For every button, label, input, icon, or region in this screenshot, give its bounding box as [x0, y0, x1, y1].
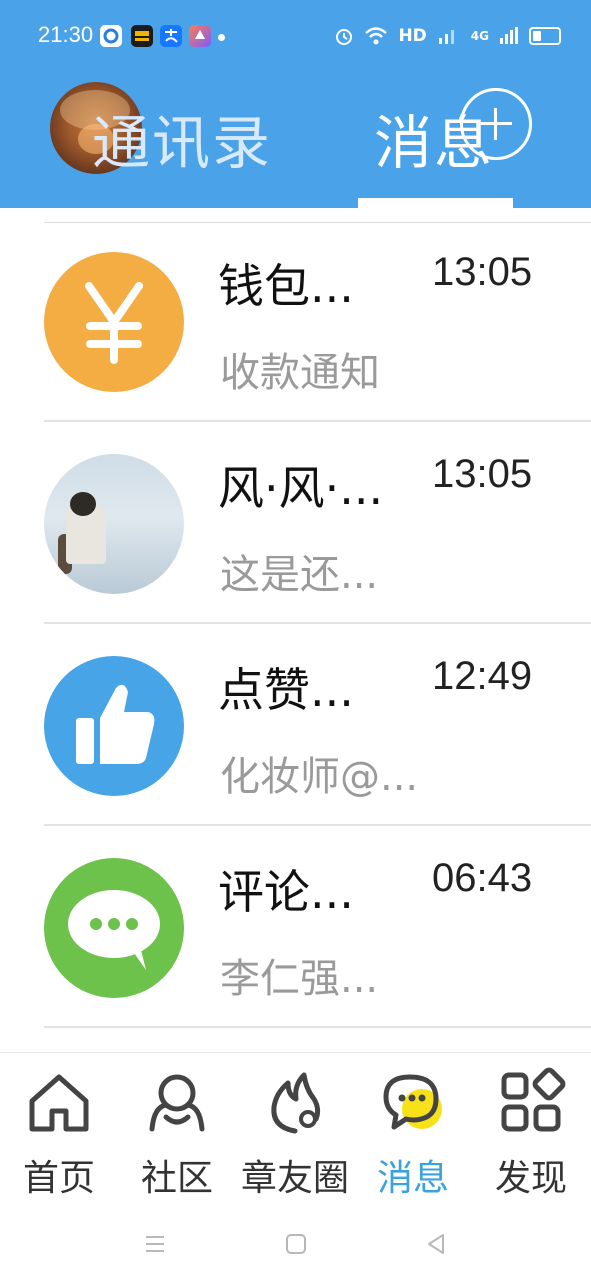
- active-tab-indicator: [358, 198, 513, 208]
- nav-label: 发现: [494, 1158, 567, 1199]
- nav-label: 首页: [22, 1158, 95, 1199]
- message-time: 06:43: [432, 856, 533, 900]
- divider: [44, 824, 591, 826]
- bottom-nav: 首页 社区 章友圈 消息 发现: [0, 1052, 591, 1203]
- status-right: HD 4G: [334, 22, 561, 50]
- back-triangle-icon[interactable]: [424, 1232, 448, 1256]
- divider: [44, 622, 591, 624]
- alarm-icon: [336, 29, 353, 45]
- system-nav-bar: [0, 1210, 591, 1280]
- home-square-icon[interactable]: [284, 1232, 308, 1256]
- message-time: 13:05: [432, 250, 533, 294]
- nav-discover[interactable]: 发现: [472, 1053, 590, 1203]
- message-preview: 收款通知: [220, 350, 380, 396]
- signal-icon: [438, 30, 454, 44]
- message-row-user[interactable]: 风·风·... 13:05 这是还...: [0, 424, 591, 624]
- wallet-avatar: [44, 252, 184, 392]
- contact-avatar: [44, 454, 184, 594]
- home-icon: [29, 1074, 89, 1132]
- message-row-comments[interactable]: 评论... 06:43 李仁强...: [0, 828, 591, 1028]
- message-title: 风·风·...: [218, 461, 384, 515]
- divider: [44, 420, 591, 422]
- status-time: 21:30: [38, 22, 94, 47]
- message-preview: 化妆师@...: [220, 754, 419, 800]
- notification-app-icon: [189, 25, 211, 47]
- discover-grid-icon: [501, 1067, 566, 1132]
- divider: [44, 1026, 591, 1028]
- status-bar: 21:30 HD 4G: [0, 0, 591, 72]
- add-button[interactable]: [460, 88, 532, 160]
- message-icon: [383, 1074, 442, 1130]
- comments-avatar: [44, 858, 184, 998]
- nav-label: 章友圈: [240, 1158, 349, 1199]
- nav-label: 消息: [376, 1158, 449, 1199]
- message-title: 评论...: [218, 865, 354, 919]
- yen-icon: [85, 282, 143, 364]
- signal-icon: [500, 27, 518, 44]
- tab-contacts[interactable]: 通讯录: [92, 96, 272, 180]
- nav-label: 社区: [140, 1158, 213, 1199]
- message-preview: 李仁强...: [220, 956, 379, 1002]
- message-title: 钱包...: [218, 259, 354, 313]
- message-preview: 这是还...: [220, 552, 379, 598]
- message-time: 12:49: [432, 654, 533, 698]
- more-notifications-dot: [218, 34, 225, 41]
- signal-type: 4G: [470, 29, 489, 43]
- message-time: 13:05: [432, 452, 533, 496]
- thumbs-up-icon: [76, 684, 155, 764]
- network-type: HD: [398, 26, 427, 46]
- nav-community[interactable]: 社区: [118, 1053, 236, 1203]
- notification-app-icon: [100, 25, 122, 47]
- message-row-likes[interactable]: 点赞... 12:49 化妆师@...: [0, 626, 591, 826]
- chat-bubble-icon: [68, 890, 160, 970]
- menu-icon[interactable]: [143, 1232, 167, 1256]
- message-row-wallet[interactable]: 钱包... 13:05 收款通知: [0, 222, 591, 422]
- nav-messages[interactable]: 消息: [354, 1053, 472, 1203]
- community-icon: [149, 1074, 205, 1132]
- app-header: 21:30 HD 4G 通讯录 消息: [0, 0, 591, 208]
- flame-icon: [271, 1072, 321, 1134]
- message-title: 点赞...: [218, 663, 354, 717]
- nav-friends-circle[interactable]: 章友圈: [236, 1053, 354, 1203]
- nav-home[interactable]: 首页: [0, 1053, 118, 1203]
- alipay-notification-icon: [160, 25, 182, 47]
- battery-icon: [529, 27, 561, 45]
- wifi-icon: [365, 27, 388, 45]
- notification-app-icon: [131, 25, 153, 47]
- likes-avatar: [44, 656, 184, 796]
